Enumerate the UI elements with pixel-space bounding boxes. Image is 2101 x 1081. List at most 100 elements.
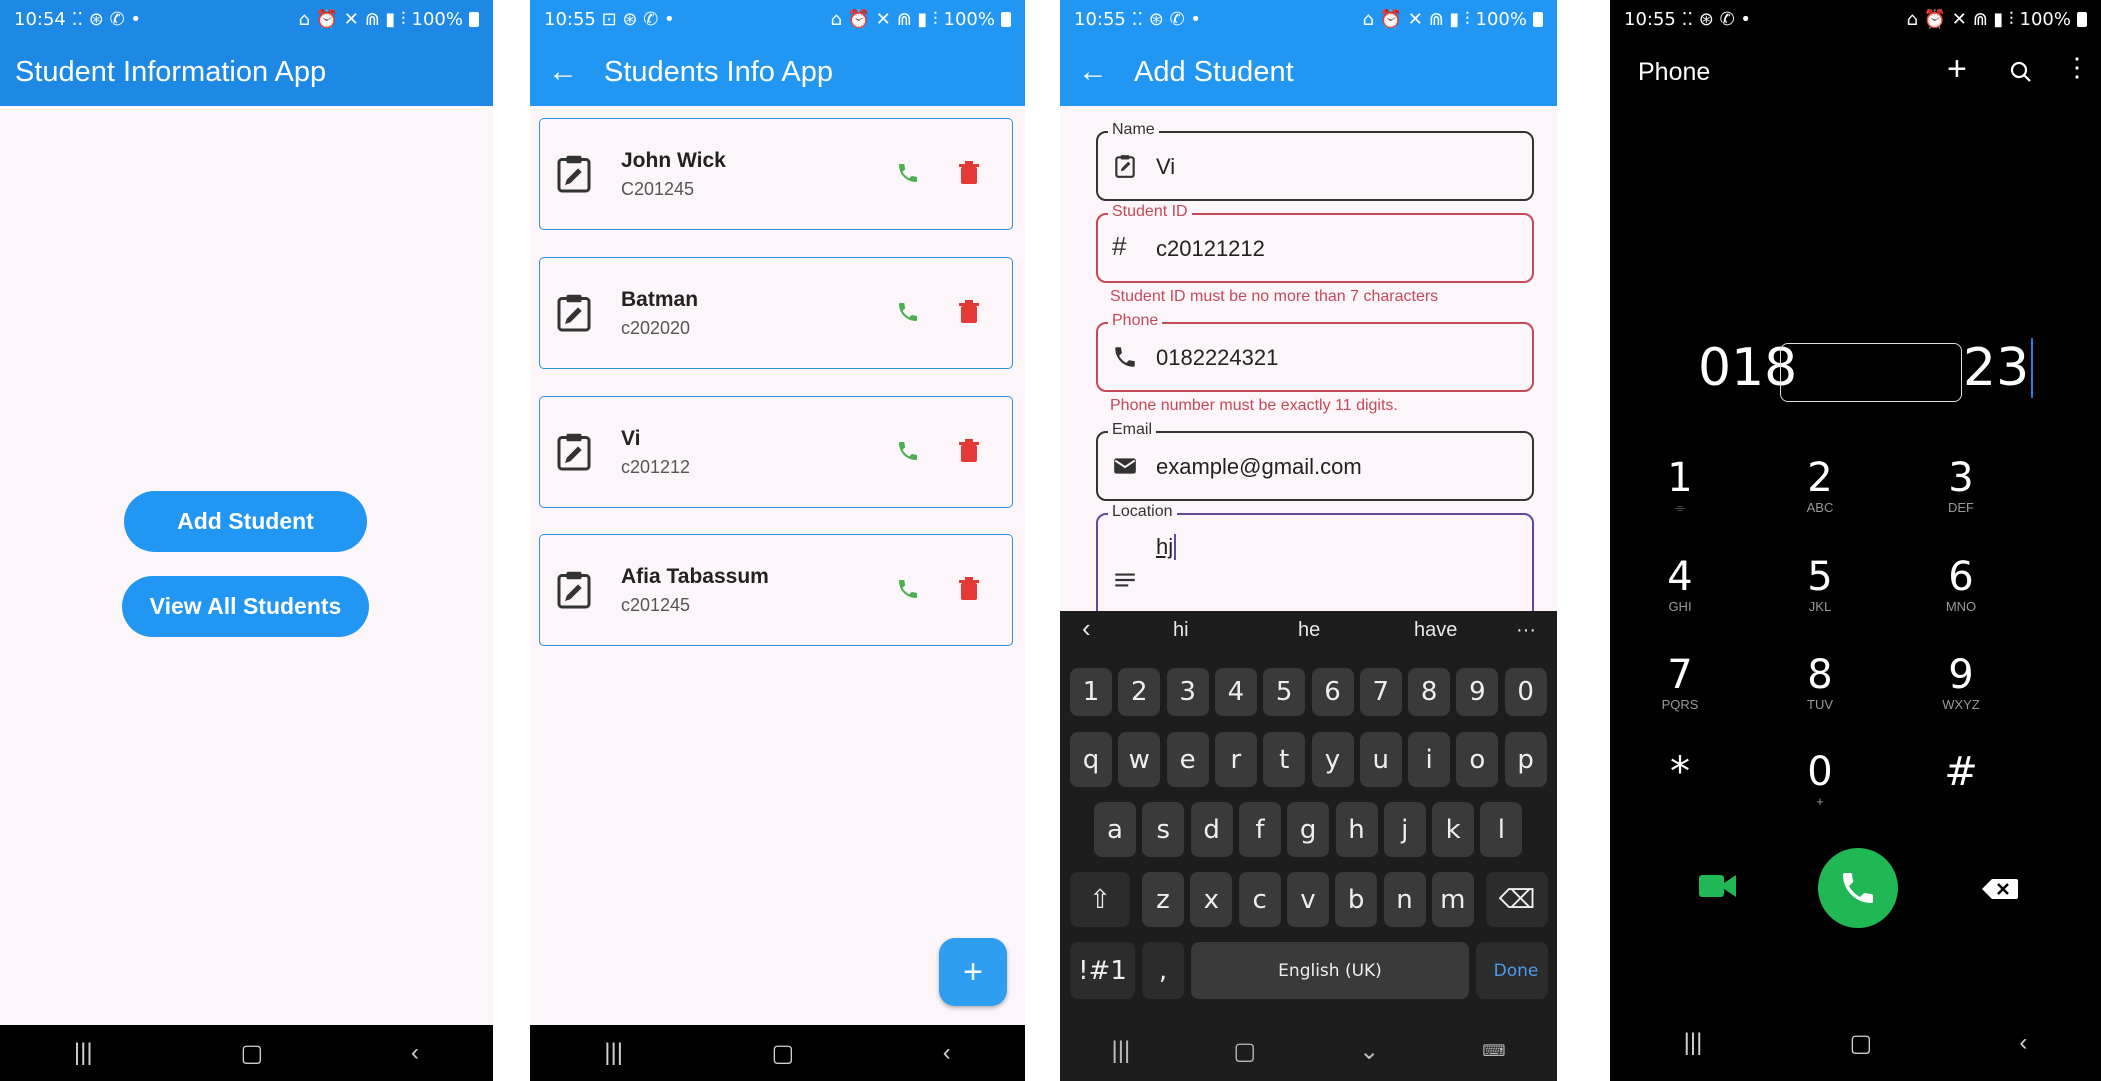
home-icon[interactable]: ▢ bbox=[240, 1039, 263, 1068]
call-icon[interactable] bbox=[896, 439, 920, 463]
key-i[interactable]: i bbox=[1408, 732, 1451, 787]
add-fab-button[interactable]: + bbox=[939, 938, 1007, 1006]
student-card[interactable]: Vi c201212 bbox=[539, 396, 1013, 508]
call-icon[interactable] bbox=[896, 300, 920, 324]
dialpad-key-8[interactable]: 8 TUV bbox=[1770, 655, 1870, 712]
recents-icon[interactable]: ||| bbox=[1684, 1029, 1703, 1057]
key-8[interactable]: 8 bbox=[1408, 668, 1451, 716]
key-c[interactable]: c bbox=[1238, 872, 1281, 927]
key-b[interactable]: b bbox=[1335, 872, 1378, 927]
home-icon[interactable]: ▢ bbox=[1233, 1037, 1256, 1066]
key-m[interactable]: m bbox=[1431, 872, 1474, 927]
key-h[interactable]: h bbox=[1335, 802, 1378, 857]
dialpad-key-6[interactable]: 6 MNO bbox=[1911, 557, 2011, 614]
suggestion-2[interactable]: he bbox=[1298, 619, 1320, 642]
call-button[interactable] bbox=[1818, 848, 1898, 928]
collapse-suggestions-icon[interactable]: ‹ bbox=[1082, 613, 1091, 644]
key-7[interactable]: 7 bbox=[1359, 668, 1402, 716]
keyboard-switch-icon[interactable]: ⌨ bbox=[1482, 1041, 1505, 1061]
add-contact-icon[interactable]: + bbox=[1947, 50, 1967, 89]
back-nav-icon[interactable]: ‹ bbox=[411, 1039, 419, 1067]
dialpad-key-4[interactable]: 4 GHI bbox=[1630, 557, 1730, 614]
key-x[interactable]: x bbox=[1190, 872, 1233, 927]
delete-icon[interactable] bbox=[958, 439, 980, 463]
key-s[interactable]: s bbox=[1142, 802, 1185, 857]
key-u[interactable]: u bbox=[1359, 732, 1402, 787]
dialpad-key-7[interactable]: 7 PQRS bbox=[1630, 655, 1730, 712]
add-student-button[interactable]: Add Student bbox=[124, 491, 367, 552]
location-field[interactable]: Location hj bbox=[1096, 503, 1534, 623]
key-e[interactable]: e bbox=[1166, 732, 1209, 787]
student-card[interactable]: Batman c202020 bbox=[539, 257, 1013, 369]
recents-icon[interactable]: ||| bbox=[604, 1039, 623, 1067]
key-n[interactable]: n bbox=[1383, 872, 1426, 927]
view-all-students-button[interactable]: View All Students bbox=[122, 576, 369, 637]
recents-icon[interactable]: ||| bbox=[74, 1039, 93, 1067]
key-2[interactable]: 2 bbox=[1118, 668, 1161, 716]
delete-icon[interactable] bbox=[958, 300, 980, 324]
key-j[interactable]: j bbox=[1383, 802, 1426, 857]
video-call-icon[interactable] bbox=[1699, 873, 1737, 899]
student-card[interactable]: John Wick C201245 bbox=[539, 118, 1013, 230]
key-g[interactable]: g bbox=[1287, 802, 1330, 857]
key-w[interactable]: w bbox=[1118, 732, 1161, 787]
call-icon[interactable] bbox=[896, 577, 920, 601]
dialpad-key-9[interactable]: 9 WXYZ bbox=[1911, 655, 2011, 712]
shift-key[interactable]: ⇧ bbox=[1070, 872, 1130, 927]
home-icon[interactable]: ▢ bbox=[772, 1039, 795, 1068]
dialpad-key-2[interactable]: 2 ABC bbox=[1770, 458, 1870, 515]
back-nav-icon[interactable]: ‹ bbox=[943, 1039, 951, 1067]
delete-icon[interactable] bbox=[958, 577, 980, 601]
student-card[interactable]: Afia Tabassum c201245 bbox=[539, 534, 1013, 646]
key-k[interactable]: k bbox=[1432, 802, 1475, 857]
backspace-key[interactable]: ⌫ bbox=[1486, 872, 1548, 927]
back-arrow-icon[interactable]: ← bbox=[1078, 57, 1108, 87]
key-y[interactable]: y bbox=[1311, 732, 1354, 787]
key-3[interactable]: 3 bbox=[1166, 668, 1209, 716]
more-options-icon[interactable]: ⋮ bbox=[2064, 52, 2090, 83]
key-a[interactable]: a bbox=[1094, 802, 1136, 857]
key-v[interactable]: v bbox=[1286, 872, 1329, 927]
back-nav-icon[interactable]: ‹ bbox=[2019, 1029, 2027, 1057]
email-field[interactable]: Email example@gmail.com bbox=[1096, 421, 1534, 501]
key-z[interactable]: z bbox=[1142, 872, 1184, 927]
key-0[interactable]: 0 bbox=[1504, 668, 1547, 716]
dialpad-key-0[interactable]: 0 + bbox=[1770, 752, 1870, 809]
search-icon[interactable] bbox=[2009, 60, 2033, 84]
more-options-icon[interactable]: ··· bbox=[1516, 619, 1536, 642]
delete-icon[interactable] bbox=[958, 161, 980, 185]
key-1[interactable]: 1 bbox=[1070, 668, 1112, 716]
dialpad-key-3[interactable]: 3 DEF bbox=[1911, 458, 2011, 515]
backspace-icon[interactable] bbox=[1982, 878, 2018, 900]
suggestion-1[interactable]: hi bbox=[1173, 619, 1189, 642]
dialpad-key-1[interactable]: 1 ⌯ bbox=[1630, 458, 1730, 516]
call-icon[interactable] bbox=[896, 161, 920, 185]
suggestion-3[interactable]: have bbox=[1414, 619, 1457, 642]
student-id-field[interactable]: Student ID # c20121212 bbox=[1096, 203, 1534, 283]
back-arrow-icon[interactable]: ← bbox=[548, 57, 578, 87]
key-6[interactable]: 6 bbox=[1311, 668, 1354, 716]
key-l[interactable]: l bbox=[1480, 802, 1523, 857]
key-p[interactable]: p bbox=[1504, 732, 1547, 787]
key-d[interactable]: d bbox=[1190, 802, 1233, 857]
space-key[interactable]: English (UK) bbox=[1191, 942, 1469, 999]
home-icon[interactable]: ▢ bbox=[1850, 1029, 1873, 1058]
hide-keyboard-icon[interactable]: ⌄ bbox=[1359, 1037, 1379, 1066]
key-r[interactable]: r bbox=[1214, 732, 1257, 787]
key-9[interactable]: 9 bbox=[1456, 668, 1499, 716]
key-comma[interactable]: , bbox=[1142, 942, 1184, 999]
done-key[interactable]: Done bbox=[1484, 942, 1548, 999]
symbols-key[interactable]: !#1 bbox=[1070, 942, 1135, 999]
recents-icon[interactable]: ||| bbox=[1112, 1037, 1131, 1065]
key-f[interactable]: f bbox=[1238, 802, 1281, 857]
phone-field[interactable]: Phone 0182224321 bbox=[1096, 312, 1534, 392]
key-o[interactable]: o bbox=[1456, 732, 1499, 787]
key-q[interactable]: q bbox=[1070, 732, 1112, 787]
key-5[interactable]: 5 bbox=[1263, 668, 1306, 716]
key-t[interactable]: t bbox=[1263, 732, 1306, 787]
dialpad-key-hash[interactable]: # bbox=[1911, 752, 2011, 794]
key-4[interactable]: 4 bbox=[1214, 668, 1257, 716]
dialpad-key-star[interactable]: * bbox=[1630, 752, 1730, 794]
dialpad-key-5[interactable]: 5 JKL bbox=[1770, 557, 1870, 614]
name-field[interactable]: Name Vi bbox=[1096, 121, 1534, 201]
